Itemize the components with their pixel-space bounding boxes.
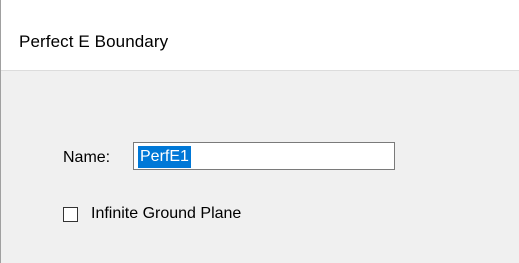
- title-bar[interactable]: Perfect E Boundary: [1, 0, 519, 70]
- window-title: Perfect E Boundary: [19, 32, 169, 51]
- dialog-window: Perfect E Boundary Name: PerfE1 Infinite…: [0, 0, 519, 263]
- infinite-ground-plane-label[interactable]: Infinite Ground Plane: [91, 205, 241, 223]
- infinite-ground-plane-checkbox[interactable]: [63, 206, 78, 222]
- name-input-value: PerfE1: [138, 146, 191, 168]
- name-label: Name:: [63, 149, 111, 166]
- title-divider: [1, 70, 519, 71]
- name-input[interactable]: PerfE1: [133, 142, 395, 170]
- infinite-ground-plane-option[interactable]: Infinite Ground Plane: [63, 205, 241, 223]
